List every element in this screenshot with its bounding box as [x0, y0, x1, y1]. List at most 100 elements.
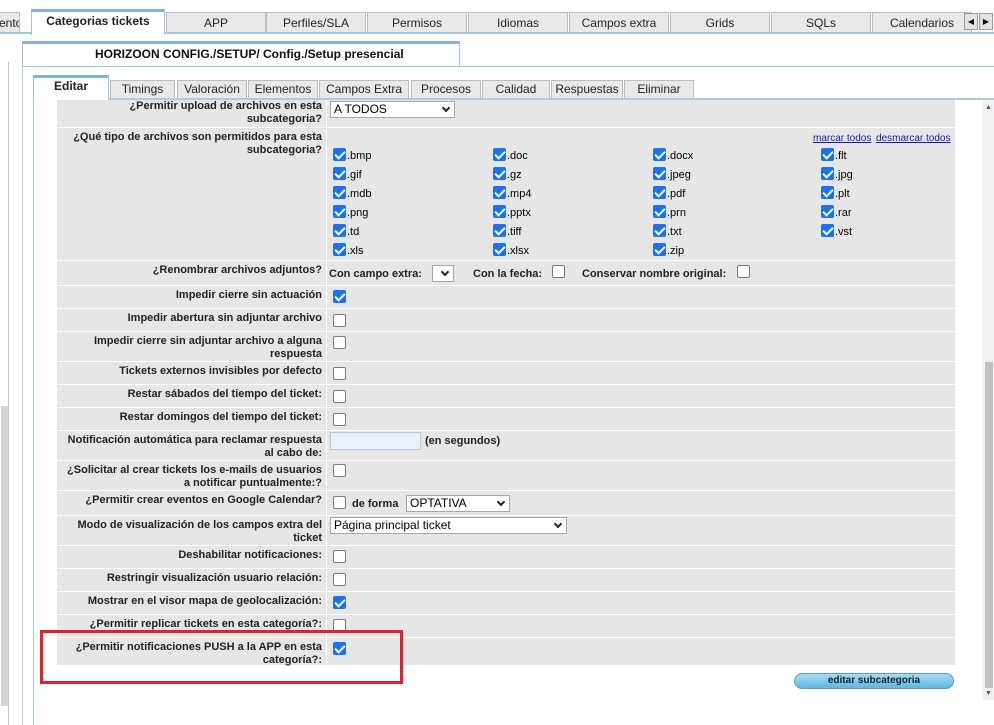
tab-grids[interactable]: Grids — [670, 12, 770, 33]
file-type-checkbox[interactable] — [653, 243, 666, 256]
tab-label: SQLs — [805, 16, 836, 30]
content-scrollbar[interactable]: ▲ ▼ — [983, 100, 994, 700]
extra-field-select[interactable] — [432, 265, 454, 282]
file-type-checkbox[interactable] — [493, 205, 506, 218]
upload-permission-select[interactable]: A TODOS — [330, 101, 455, 118]
geolocation-map-checkbox[interactable] — [333, 596, 346, 609]
scroll-right-icon[interactable]: ▶ — [979, 13, 993, 30]
file-type-label: .mdb — [347, 188, 372, 200]
file-type-label: .png — [347, 207, 369, 219]
restrict-visualization-checkbox[interactable] — [333, 573, 346, 586]
extra-fields-view-mode-select[interactable]: Página principal ticket — [330, 517, 567, 534]
tab-calendarios[interactable]: Calendarios — [872, 12, 972, 33]
block-open-no-attachment-checkbox[interactable] — [333, 314, 346, 327]
google-calendar-checkbox[interactable] — [333, 496, 346, 509]
file-type-checkbox[interactable] — [493, 224, 506, 237]
scroll-thumb[interactable] — [985, 362, 993, 688]
file-type-checkbox[interactable] — [333, 243, 346, 256]
request-emails-checkbox[interactable] — [333, 464, 346, 477]
file-type-option: .rar — [821, 205, 852, 220]
file-type-checkbox[interactable] — [821, 167, 834, 180]
file-type-option: .xls — [333, 243, 364, 258]
form-row-auto-notification: Notificación automática para reclamar re… — [57, 431, 955, 460]
file-type-checkbox[interactable] — [821, 148, 834, 161]
seconds-unit-label: (en segundos) — [425, 435, 501, 447]
tab-respuestas[interactable]: Respuestas — [551, 80, 623, 99]
subtract-saturdays-checkbox[interactable] — [333, 390, 346, 403]
external-tickets-invisible-checkbox[interactable] — [333, 367, 346, 380]
file-type-checkbox[interactable] — [333, 205, 346, 218]
file-type-option: .flt — [821, 148, 847, 163]
block-close-no-attachment-checkbox[interactable] — [333, 336, 346, 349]
file-type-checkbox[interactable] — [653, 205, 666, 218]
file-type-checkbox[interactable] — [821, 186, 834, 199]
file-type-checkbox[interactable] — [821, 205, 834, 218]
file-type-option: .gif — [333, 167, 362, 182]
tab-valoracion[interactable]: Valoración — [177, 80, 247, 99]
calendar-mode-select[interactable]: OPTATIVA — [406, 495, 510, 512]
left-scroll-thumb[interactable] — [1, 406, 8, 706]
disable-notifications-checkbox[interactable] — [333, 550, 346, 563]
tab-timings[interactable]: Timings — [110, 80, 175, 99]
file-type-checkbox[interactable] — [493, 243, 506, 256]
tab-procesos[interactable]: Procesos — [411, 80, 481, 99]
tab-idiomas[interactable]: Idiomas — [468, 12, 568, 33]
scroll-down-icon[interactable]: ▼ — [983, 688, 994, 700]
file-type-checkbox[interactable] — [653, 167, 666, 180]
file-type-checkbox[interactable] — [653, 224, 666, 237]
file-type-option: .pdf — [653, 186, 685, 201]
left-panel-scrollbar[interactable] — [0, 62, 9, 725]
auto-notification-seconds-input[interactable] — [330, 432, 421, 450]
file-type-checkbox[interactable] — [493, 148, 506, 161]
unmark-all-link[interactable]: desmarcar todos — [876, 133, 950, 144]
file-type-option: .bmp — [333, 148, 371, 163]
select-value: Página principal ticket — [334, 518, 451, 532]
tab-scroll-controls: ◀ ▶ — [964, 13, 994, 31]
file-type-checkbox[interactable] — [333, 148, 346, 161]
tab-campos-extra[interactable]: Campos extra — [569, 12, 669, 33]
field-label: Tickets externos invisibles por defecto — [119, 365, 322, 377]
scroll-up-icon[interactable]: ▲ — [983, 102, 994, 114]
file-type-label: .docx — [667, 150, 694, 162]
file-type-checkbox[interactable] — [821, 224, 834, 237]
tab-calidad[interactable]: Calidad — [482, 80, 550, 99]
file-type-label: .zip — [667, 245, 685, 257]
divider — [22, 44, 23, 725]
breadcrumb-text: HORIZOON CONFIG./SETUP/ Config./Setup pr… — [95, 47, 404, 61]
file-type-label: .xls — [347, 245, 364, 257]
tab-label: Campos extra — [581, 16, 657, 30]
file-type-option: .gz — [493, 167, 522, 182]
tab-eliminar[interactable]: Eliminar — [624, 80, 694, 99]
tab-editar[interactable]: Editar — [33, 75, 109, 100]
file-type-checkbox[interactable] — [653, 148, 666, 161]
tab-perfiles-sla[interactable]: Perfiles/SLA — [266, 12, 366, 33]
tab-sqls[interactable]: SQLs — [771, 12, 871, 33]
file-type-option: .jpg — [821, 167, 853, 182]
tab-app[interactable]: APP — [166, 12, 266, 33]
file-type-checkbox[interactable] — [493, 167, 506, 180]
block-close-no-action-checkbox[interactable] — [333, 290, 346, 303]
tab-campos-extra-inner[interactable]: Campos Extra — [319, 80, 409, 99]
scroll-left-icon[interactable]: ◀ — [964, 13, 978, 30]
tab-permisos[interactable]: Permisos — [367, 12, 467, 33]
tab-partial-left[interactable]: ento — [0, 12, 20, 33]
mark-all-link[interactable]: marcar todos — [813, 133, 871, 144]
chevron-down-icon — [553, 519, 563, 529]
extra-field-label: Con campo extra: — [329, 268, 422, 280]
file-type-checkbox[interactable] — [333, 167, 346, 180]
tab-label: Categorias tickets — [46, 14, 150, 28]
file-type-label: .bmp — [347, 150, 372, 162]
file-type-checkbox[interactable] — [333, 186, 346, 199]
rename-date-checkbox[interactable] — [552, 265, 565, 278]
field-label: Restar domingos del tiempo del ticket: — [119, 411, 322, 423]
file-type-checkbox[interactable] — [493, 186, 506, 199]
tab-elementos[interactable]: Elementos — [248, 80, 318, 99]
edit-subcategory-button[interactable]: editar subcategoria — [794, 673, 954, 689]
tab-categorias-tickets[interactable]: Categorias tickets — [31, 9, 165, 35]
keep-original-name-checkbox[interactable] — [737, 265, 750, 278]
file-type-label: .doc — [507, 150, 528, 162]
file-type-option: .mdb — [333, 186, 371, 201]
file-type-checkbox[interactable] — [653, 186, 666, 199]
file-type-checkbox[interactable] — [333, 224, 346, 237]
subtract-sundays-checkbox[interactable] — [333, 413, 346, 426]
